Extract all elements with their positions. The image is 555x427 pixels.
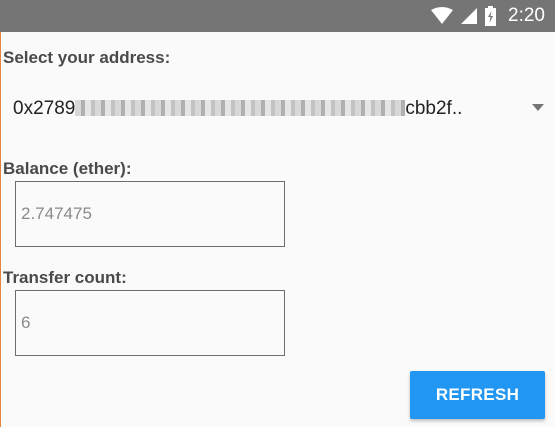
address-label: Select your address: xyxy=(3,48,171,67)
status-time: 2:20 xyxy=(508,5,545,26)
balance-value: 2.747475 xyxy=(21,204,92,223)
dropdown-arrow-icon[interactable] xyxy=(532,104,544,111)
balance-field[interactable]: 2.747475 xyxy=(15,181,285,247)
address-spinner[interactable]: 0x2789 cbb2f.. xyxy=(13,90,550,126)
cut-off-label xyxy=(3,420,123,427)
transfer-count-label: Transfer count: xyxy=(3,268,127,287)
battery-charging-icon xyxy=(485,6,497,26)
status-bar: 2:20 xyxy=(0,0,555,32)
balance-label: Balance (ether): xyxy=(3,159,132,178)
refresh-button[interactable]: REFRESH xyxy=(410,371,545,419)
address-prefix: 0x2789 xyxy=(13,98,76,119)
transfer-count-field[interactable]: 6 xyxy=(15,290,285,356)
transfer-count-value: 6 xyxy=(21,313,31,332)
status-icons: 2:20 xyxy=(431,0,545,32)
address-suffix: cbb2f.. xyxy=(405,98,463,119)
cell-signal-icon xyxy=(461,8,478,24)
left-edge-divider xyxy=(0,32,1,427)
redacted-address-blur xyxy=(75,100,406,116)
address-spinner-value: 0x2789 cbb2f.. xyxy=(13,98,462,120)
wifi-icon xyxy=(431,7,454,24)
